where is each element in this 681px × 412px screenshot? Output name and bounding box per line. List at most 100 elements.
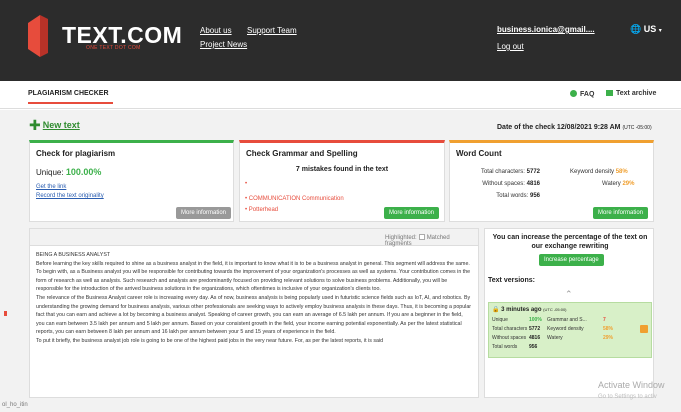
grammar-more-info-button[interactable]: More information: [384, 207, 440, 219]
watery-label: Watery: [602, 181, 621, 187]
nav-project-news-link[interactable]: Project News: [200, 40, 247, 49]
total-characters-label: Total characters:: [480, 169, 525, 175]
left-marker: [4, 311, 7, 316]
v-total-words-value: 956: [529, 344, 538, 350]
language-code: US: [643, 24, 657, 34]
chevron-up-icon[interactable]: ⌃: [565, 289, 573, 300]
v-watery-value: 29%: [603, 335, 614, 341]
version-time-label: 3 minutes ago: [501, 307, 542, 313]
grammar-error-item[interactable]: •: [245, 181, 247, 187]
plagiarism-card-title: Check for plagiarism: [36, 149, 116, 158]
text-versions-title: Text versions:: [488, 277, 535, 284]
check-date-value: 12/08/2021 9:28 AM: [556, 124, 621, 131]
editor-toolbar: Highlighted: Matched fragments: [30, 229, 478, 247]
check-date: Date of the check 12/08/2021 9:28 AM (UT…: [497, 124, 652, 131]
mistakes-count: 7 mistakes found in the text: [295, 166, 389, 173]
logo-icon: [28, 15, 48, 57]
v-total-words-label: Total words: [492, 344, 518, 350]
keyword-density: Keyword density 58%: [570, 169, 628, 175]
title-bar: PLAGIARISM CHECKER FAQ Text archive: [0, 81, 681, 109]
word-count-more-info-button[interactable]: More information: [593, 207, 649, 219]
footer-text: ol_ho_itin: [2, 402, 28, 408]
globe-icon: 🌐: [630, 24, 642, 34]
v-total-chars-value: 5772: [529, 326, 541, 332]
unique-score: Unique: 100.00%: [36, 167, 101, 177]
lock-icon: 🔒: [492, 307, 500, 313]
v-watery-label: Watery: [547, 335, 563, 341]
highlight-legend: Highlighted: Matched fragments: [385, 234, 478, 247]
plagiarism-more-info-button[interactable]: More information: [176, 207, 232, 219]
check-date-label: Date of the check: [497, 124, 555, 131]
v-unique-value: 100%: [529, 317, 542, 323]
word-count-card-title: Word Count: [456, 149, 502, 158]
paragraph: BEING A BUSINESS ANALYST: [36, 252, 111, 258]
activate-windows-subtext: Go to Settings to activ: [598, 394, 657, 400]
increase-percentage-button[interactable]: Increase percentage: [539, 254, 604, 266]
keyword-density-value: 58%: [615, 169, 628, 175]
total-characters-value: 5772: [526, 169, 540, 175]
without-spaces-label: Without spaces:: [482, 181, 525, 187]
keyword-density-label: Keyword density: [570, 169, 615, 175]
total-characters: Total characters: 5772: [470, 169, 540, 175]
chevron-down-icon: ▾: [658, 28, 662, 34]
total-words-value: 956: [529, 193, 540, 199]
paragraph: The relevance of the Business Analyst ca…: [36, 294, 472, 336]
grammar-card: Check Grammar and Spelling 7 mistakes fo…: [239, 140, 445, 222]
version-delete-icon[interactable]: [640, 325, 648, 333]
version-card[interactable]: 🔒 3 minutes ago (UTC -05:00) Unique 100%…: [488, 302, 652, 358]
watery: Watery 29%: [602, 181, 634, 187]
nav-support-link[interactable]: Support Team: [247, 26, 297, 35]
user-email-link[interactable]: business.ionica@gmail....: [497, 25, 595, 34]
unique-value: 100.00%: [65, 167, 102, 177]
text-archive-link[interactable]: Text archive: [606, 90, 656, 97]
v-unique-label: Unique: [492, 317, 508, 323]
new-text-button[interactable]: ✚ New text: [29, 117, 80, 134]
get-link[interactable]: Get the link: [36, 184, 66, 190]
archive-label: Text archive: [616, 90, 657, 97]
language-selector[interactable]: 🌐 US ▾: [630, 24, 662, 35]
grammar-error-item[interactable]: • COMMUNICATION Communication: [245, 196, 344, 202]
v-grammar-value: 7: [603, 317, 606, 323]
editor-text[interactable]: BEING A BUSINESS ANALYST Before learning…: [36, 251, 472, 346]
without-spaces-value: 4816: [526, 181, 540, 187]
side-panel-title: You can increase the percentage of the t…: [492, 234, 648, 250]
plus-icon: ✚: [29, 117, 41, 133]
total-words: Total words: 956: [470, 193, 540, 199]
highlight-swatch[interactable]: [418, 234, 425, 240]
page-title: PLAGIARISM CHECKER: [28, 90, 109, 97]
v-keyword-value: 58%: [603, 326, 614, 332]
grammar-error-item[interactable]: • Potterhead: [245, 207, 278, 213]
paragraph: To begin with, as a Business analyst you…: [36, 269, 471, 293]
v-without-spaces-label: Without spaces: [492, 335, 527, 341]
unique-label: Unique:: [36, 168, 64, 177]
paragraph: To put it briefly, the business analyst …: [36, 337, 384, 344]
version-time: 🔒 3 minutes ago (UTC -05:00): [492, 306, 567, 313]
plagiarism-card: Check for plagiarism Unique: 100.00% Get…: [29, 140, 234, 222]
watery-value: 29%: [622, 181, 635, 187]
side-panel: You can increase the percentage of the t…: [484, 228, 654, 398]
title-underline: [28, 102, 113, 104]
total-words-label: Total words:: [496, 193, 529, 199]
v-keyword-label: Keyword density: [547, 326, 584, 332]
activate-windows-watermark: Activate Window: [598, 380, 665, 390]
paragraph: Before learning the key skills required …: [36, 260, 470, 267]
logo-subtitle: ONE TEXT DOT COM: [86, 45, 141, 51]
word-count-card: Word Count Total characters: 5772 Withou…: [449, 140, 654, 222]
header: TEXT.COM ONE TEXT DOT COM About us Proje…: [0, 0, 681, 81]
new-text-label: New text: [42, 120, 80, 130]
logout-link[interactable]: Log out: [497, 42, 524, 51]
v-grammar-label: Grammar and S...: [547, 317, 587, 323]
help-icon: [570, 90, 577, 97]
grammar-card-title: Check Grammar and Spelling: [246, 149, 358, 158]
faq-label: FAQ: [580, 91, 595, 98]
archive-icon: [606, 90, 613, 96]
version-timezone: (UTC -05:00): [543, 307, 567, 312]
record-originality-link[interactable]: Record the text originality: [36, 193, 104, 199]
v-total-chars-label: Total characters: [492, 326, 528, 332]
text-editor[interactable]: Highlighted: Matched fragments BEING A BU…: [29, 228, 479, 398]
without-spaces: Without spaces: 4816: [470, 181, 540, 187]
check-date-timezone: (UTC -05:00): [622, 125, 652, 131]
nav-about-link[interactable]: About us: [200, 26, 232, 35]
faq-link[interactable]: FAQ: [570, 90, 594, 98]
v-without-spaces-value: 4816: [529, 335, 541, 341]
